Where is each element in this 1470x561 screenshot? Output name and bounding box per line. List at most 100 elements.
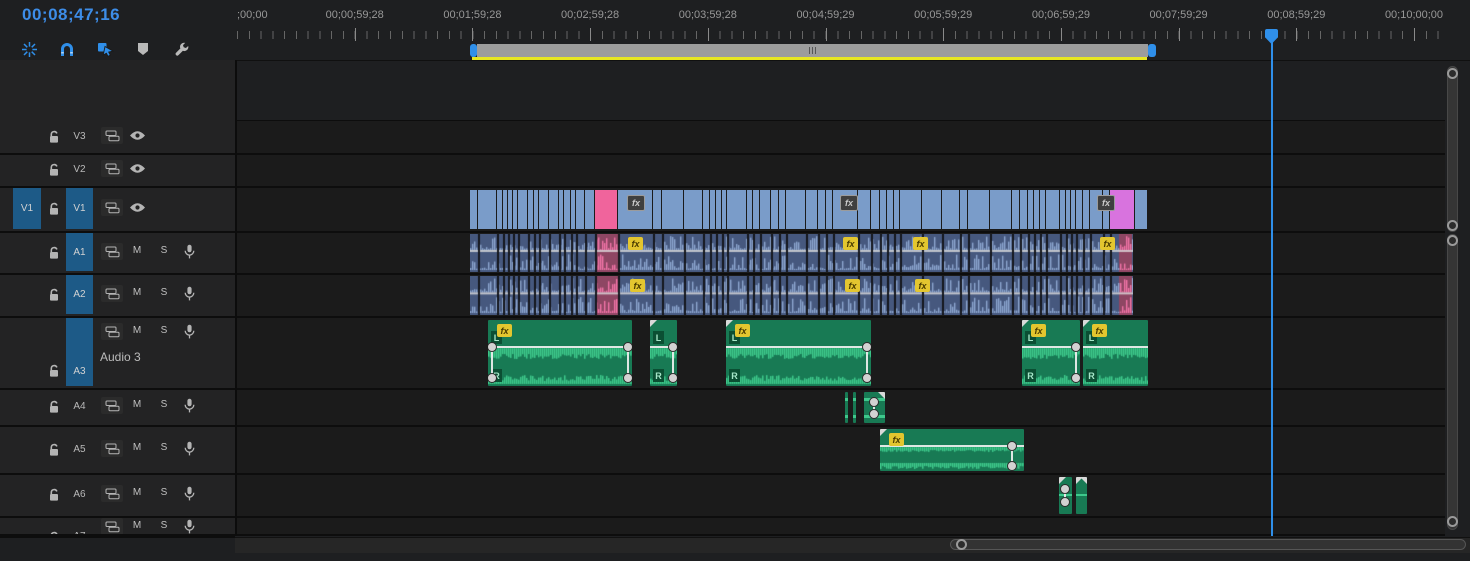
fade-handle[interactable] (1059, 477, 1066, 484)
volume-keyframe[interactable] (668, 342, 677, 352)
fx-badge[interactable]: fx (845, 279, 860, 292)
video-clip[interactable] (716, 190, 721, 229)
fade-handle[interactable] (1083, 320, 1090, 327)
vertical-scrollbar[interactable] (1447, 234, 1458, 530)
volume-rubber-band[interactable] (488, 346, 632, 348)
video-clip[interactable] (727, 190, 746, 229)
track-lock-toggle[interactable] (47, 400, 61, 414)
track-height-handle[interactable] (1447, 220, 1458, 231)
video-clip[interactable] (747, 190, 752, 229)
track-lock-toggle[interactable] (47, 202, 61, 216)
track-name-label[interactable]: Audio 3 (100, 350, 141, 364)
volume-keyframe[interactable] (862, 373, 871, 383)
scrollbar-zoom-handle[interactable] (956, 539, 967, 550)
fx-badge[interactable]: fx (735, 324, 750, 337)
audio-clip-green[interactable] (1076, 477, 1087, 514)
video-clip[interactable] (585, 190, 594, 229)
fade-handle[interactable] (1022, 320, 1029, 327)
volume-keyframe[interactable] (668, 373, 677, 383)
volume-keyframe[interactable] (869, 409, 879, 419)
volume-keyframe[interactable] (623, 373, 632, 383)
video-clip[interactable] (887, 190, 893, 229)
fx-badge[interactable]: fx (840, 195, 858, 211)
track-lock-toggle[interactable] (47, 488, 61, 502)
video-clip[interactable] (922, 190, 941, 229)
video-clip[interactable] (497, 190, 502, 229)
video-clip[interactable] (571, 190, 575, 229)
video-clip[interactable] (684, 190, 702, 229)
volume-keyframe[interactable] (1071, 342, 1080, 352)
video-clip[interactable] (508, 190, 512, 229)
volume-keyframe[interactable] (623, 342, 632, 352)
fade-handle[interactable] (880, 429, 887, 436)
audio-clip-green[interactable]: LR (650, 320, 677, 386)
fade-handle[interactable] (878, 392, 885, 399)
zoom-handle-left[interactable] (470, 44, 477, 57)
video-clip[interactable] (662, 190, 683, 229)
video-clip[interactable] (826, 190, 832, 229)
horizontal-scrollbar-thumb[interactable] (950, 539, 1466, 550)
video-clip-pink[interactable] (595, 190, 617, 229)
video-clip[interactable] (1020, 190, 1027, 229)
video-clip[interactable] (1060, 190, 1065, 229)
track-output-eye-toggle[interactable] (129, 162, 146, 175)
fx-badge[interactable]: fx (913, 237, 928, 250)
video-clip[interactable] (559, 190, 563, 229)
mute-button[interactable]: M (130, 287, 144, 298)
voiceover-record-button[interactable] (183, 244, 195, 259)
video-clip[interactable] (518, 190, 527, 229)
track-target-button[interactable]: V1 (66, 188, 93, 229)
audio-clip-green[interactable] (853, 392, 856, 423)
video-clip[interactable] (900, 190, 921, 229)
video-clip[interactable] (470, 190, 477, 229)
video-clip[interactable] (1012, 190, 1019, 229)
fade-handle[interactable] (1080, 477, 1087, 484)
fade-handle[interactable] (726, 320, 733, 327)
audio-clip-strip[interactable] (470, 234, 1133, 272)
video-clip[interactable] (1034, 190, 1039, 229)
fx-badge[interactable]: fx (1100, 237, 1115, 250)
video-clip[interactable] (786, 190, 805, 229)
voiceover-record-button[interactable] (183, 441, 195, 456)
video-clip[interactable] (576, 190, 584, 229)
solo-button[interactable]: S (157, 487, 171, 498)
fx-badge[interactable]: fx (915, 279, 930, 292)
volume-keyframe[interactable] (1007, 461, 1017, 471)
sync-lock-toggle[interactable] (101, 199, 123, 216)
video-clip[interactable] (818, 190, 825, 229)
track-lock-toggle[interactable] (47, 130, 61, 144)
video-clip[interactable] (771, 190, 778, 229)
voiceover-record-button[interactable] (183, 398, 195, 413)
video-clip[interactable] (942, 190, 959, 229)
video-clip[interactable] (779, 190, 785, 229)
video-clip[interactable] (513, 190, 517, 229)
video-clip[interactable] (1066, 190, 1070, 229)
track-lock-toggle[interactable] (47, 364, 61, 378)
solo-button[interactable]: S (157, 287, 171, 298)
video-clip[interactable] (1083, 190, 1089, 229)
track-output-eye-toggle[interactable] (129, 129, 146, 142)
video-clip[interactable] (703, 190, 709, 229)
solo-button[interactable]: S (157, 442, 171, 453)
source-track-indicator[interactable]: V1 (13, 188, 41, 229)
sync-lock-toggle[interactable] (101, 485, 123, 502)
video-clip[interactable] (478, 190, 496, 229)
video-clip[interactable] (894, 190, 899, 229)
video-clip[interactable] (960, 190, 967, 229)
voiceover-record-button[interactable] (183, 486, 195, 501)
fade-handle[interactable] (650, 320, 657, 327)
zoom-handle-right[interactable] (1148, 44, 1156, 57)
audio-clip-green[interactable] (864, 392, 885, 423)
solo-button[interactable]: S (157, 245, 171, 256)
voiceover-record-button[interactable] (183, 286, 195, 301)
video-clip[interactable] (1046, 190, 1059, 229)
sync-lock-toggle[interactable] (101, 518, 123, 535)
mute-button[interactable]: M (130, 487, 144, 498)
video-clip[interactable] (990, 190, 1011, 229)
video-clip[interactable] (1135, 190, 1147, 229)
video-clip[interactable] (539, 190, 548, 229)
voiceover-record-button[interactable] (183, 324, 195, 339)
video-clip[interactable] (564, 190, 570, 229)
sync-lock-toggle[interactable] (101, 243, 123, 260)
track-lock-toggle[interactable] (47, 246, 61, 260)
